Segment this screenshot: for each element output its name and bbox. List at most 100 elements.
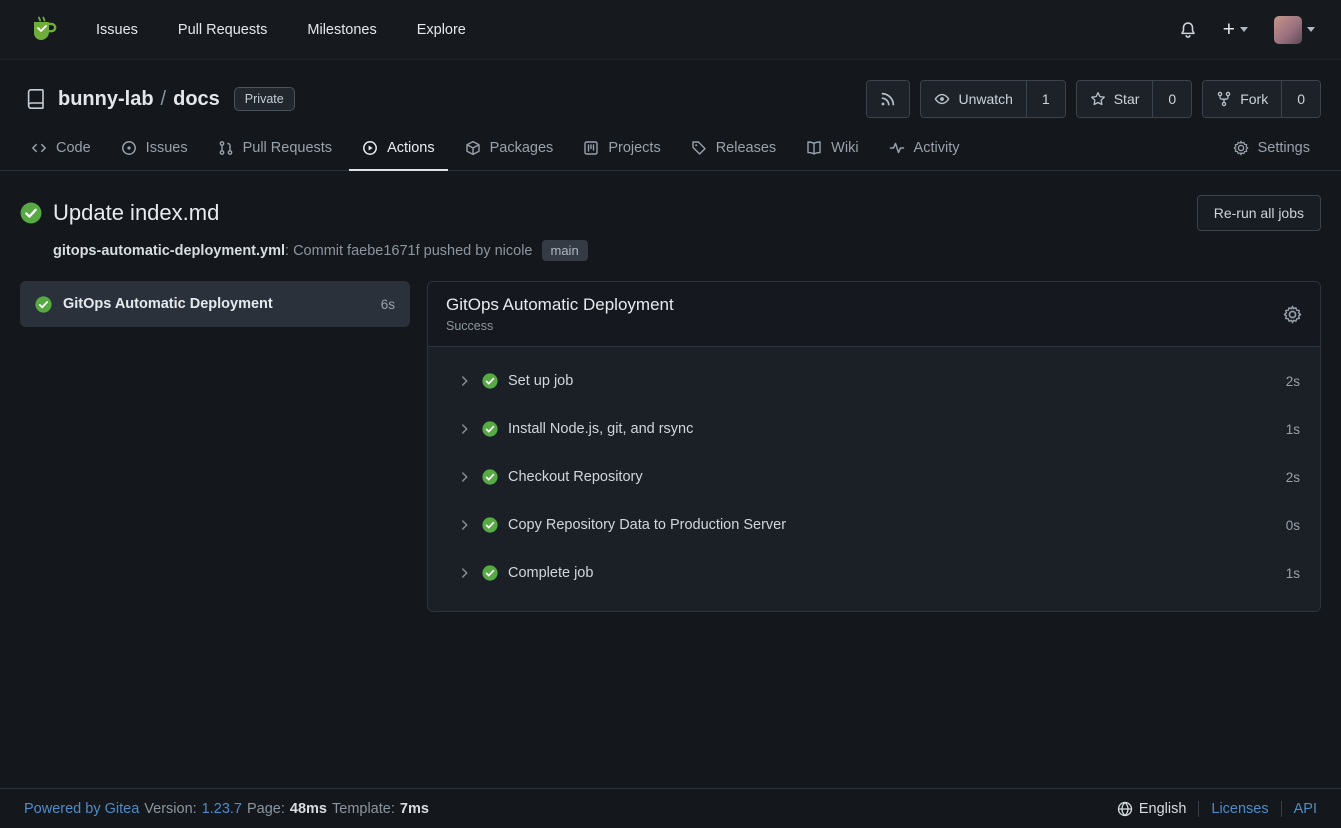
tab-actions[interactable]: Actions xyxy=(349,130,448,171)
step-row-checkout[interactable]: Checkout Repository 2s xyxy=(428,453,1320,501)
language-label: English xyxy=(1139,801,1187,817)
navbar-right: + xyxy=(1179,16,1315,44)
job-list: GitOps Automatic Deployment 6s xyxy=(20,281,410,327)
repo-actions: Unwatch 1 Star 0 xyxy=(866,80,1321,118)
chevron-right-icon xyxy=(458,470,472,484)
step-row-complete-job[interactable]: Complete job 1s xyxy=(428,549,1320,597)
tab-label: Wiki xyxy=(831,140,858,156)
nav-item-explore[interactable]: Explore xyxy=(417,22,466,38)
repo-separator: / xyxy=(161,88,167,111)
page-footer: Powered by Gitea Version: 1.23.7 Page: 4… xyxy=(0,788,1341,828)
tab-label: Settings xyxy=(1258,140,1310,156)
tab-issues[interactable]: Issues xyxy=(108,130,201,171)
repo-name-link[interactable]: docs xyxy=(173,88,220,111)
package-icon xyxy=(465,140,481,156)
success-check-icon xyxy=(482,373,498,389)
branch-badge[interactable]: main xyxy=(542,240,588,261)
private-badge: Private xyxy=(234,87,295,111)
fork-count[interactable]: 0 xyxy=(1281,81,1320,117)
step-row-setup-job[interactable]: Set up job 2s xyxy=(428,357,1320,405)
run-title: Update index.md xyxy=(53,200,219,226)
rerun-all-jobs-button[interactable]: Re-run all jobs xyxy=(1197,195,1321,231)
nav-item-milestones[interactable]: Milestones xyxy=(307,22,376,38)
tab-label: Releases xyxy=(716,140,776,156)
star-button-group: Star 0 xyxy=(1076,80,1192,118)
chevron-right-icon xyxy=(458,518,472,532)
success-check-icon xyxy=(482,565,498,581)
star-icon xyxy=(1090,91,1106,107)
actions-run-page: Update index.md Re-run all jobs gitops-a… xyxy=(0,171,1341,788)
repo-owner-link[interactable]: bunny-lab xyxy=(58,88,154,111)
tab-wiki[interactable]: Wiki xyxy=(793,130,871,171)
step-name: Checkout Repository xyxy=(508,469,643,485)
star-count[interactable]: 0 xyxy=(1152,81,1191,117)
chevron-right-icon xyxy=(458,374,472,388)
step-name: Copy Repository Data to Production Serve… xyxy=(508,517,786,533)
create-new-button[interactable]: + xyxy=(1223,19,1248,40)
success-check-icon xyxy=(482,421,498,437)
tab-label: Actions xyxy=(387,140,435,156)
job-detail-card: GitOps Automatic Deployment Success Set … xyxy=(427,281,1321,612)
step-name: Complete job xyxy=(508,565,593,581)
tab-activity[interactable]: Activity xyxy=(876,130,973,171)
notifications-button[interactable] xyxy=(1179,21,1197,39)
job-detail-title: GitOps Automatic Deployment xyxy=(446,295,674,315)
globe-icon xyxy=(1117,801,1133,817)
job-options-gear-icon[interactable] xyxy=(1283,305,1302,324)
success-check-icon xyxy=(482,517,498,533)
caret-down-icon xyxy=(1240,27,1248,32)
tab-projects[interactable]: Projects xyxy=(570,130,673,171)
footer-meta: Powered by Gitea Version: 1.23.7 Page: 4… xyxy=(24,801,429,817)
unwatch-button[interactable]: Unwatch xyxy=(921,81,1025,117)
repo-tabs: Code Issues Pull Requests Actions Packag… xyxy=(0,130,1341,171)
tab-settings[interactable]: Settings xyxy=(1220,130,1323,171)
repo-title: bunny-lab / docs xyxy=(58,88,220,111)
api-link[interactable]: API xyxy=(1281,801,1317,817)
star-button[interactable]: Star xyxy=(1077,81,1153,117)
caret-down-icon xyxy=(1307,27,1315,32)
top-navbar: Issues Pull Requests Milestones Explore … xyxy=(0,0,1341,60)
nav-item-issues[interactable]: Issues xyxy=(96,22,138,38)
tab-code[interactable]: Code xyxy=(18,130,104,171)
unwatch-label: Unwatch xyxy=(958,91,1012,107)
rss-icon xyxy=(880,91,896,107)
book-icon xyxy=(806,140,822,156)
tab-pull-requests[interactable]: Pull Requests xyxy=(205,130,345,171)
watch-count[interactable]: 1 xyxy=(1026,81,1065,117)
user-menu-button[interactable] xyxy=(1274,16,1315,44)
job-list-item[interactable]: GitOps Automatic Deployment 6s xyxy=(20,281,410,327)
version-link[interactable]: 1.23.7 xyxy=(202,801,242,817)
nav-item-pull-requests[interactable]: Pull Requests xyxy=(178,22,267,38)
step-duration: 2s xyxy=(1286,470,1300,485)
bell-icon xyxy=(1179,21,1197,39)
tab-label: Projects xyxy=(608,140,660,156)
job-steps: Set up job 2s Install Node.js, git, and … xyxy=(428,347,1320,611)
repo-icon xyxy=(24,87,48,111)
powered-by-gitea-link[interactable]: Powered by Gitea xyxy=(24,801,139,817)
tab-packages[interactable]: Packages xyxy=(452,130,567,171)
gitea-logo[interactable] xyxy=(28,14,60,46)
licenses-link[interactable]: Licenses xyxy=(1198,801,1280,817)
tab-releases[interactable]: Releases xyxy=(678,130,789,171)
version-label: Version: xyxy=(144,801,196,817)
step-row-install[interactable]: Install Node.js, git, and rsync 1s xyxy=(428,405,1320,453)
success-check-icon xyxy=(35,296,52,313)
activity-icon xyxy=(889,140,905,156)
repo-header: bunny-lab / docs Private xyxy=(0,60,1341,118)
step-row-copy-data[interactable]: Copy Repository Data to Production Serve… xyxy=(428,501,1320,549)
language-selector[interactable]: English xyxy=(1105,801,1199,817)
workflow-file-link[interactable]: gitops-automatic-deployment.yml xyxy=(53,243,285,259)
tab-label: Issues xyxy=(146,140,188,156)
step-duration: 2s xyxy=(1286,374,1300,389)
success-check-icon xyxy=(482,469,498,485)
rss-button[interactable] xyxy=(867,81,909,117)
pull-request-icon xyxy=(218,140,234,156)
settings-icon xyxy=(1233,140,1249,156)
user-avatar xyxy=(1274,16,1302,44)
fork-button[interactable]: Fork xyxy=(1203,81,1281,117)
chevron-right-icon xyxy=(458,566,472,580)
eye-icon xyxy=(934,91,950,107)
fork-button-group: Fork 0 xyxy=(1202,80,1321,118)
run-columns: GitOps Automatic Deployment 6s GitOps Au… xyxy=(20,281,1321,612)
commit-text: : Commit faebe1671f pushed by nicole xyxy=(285,243,532,259)
